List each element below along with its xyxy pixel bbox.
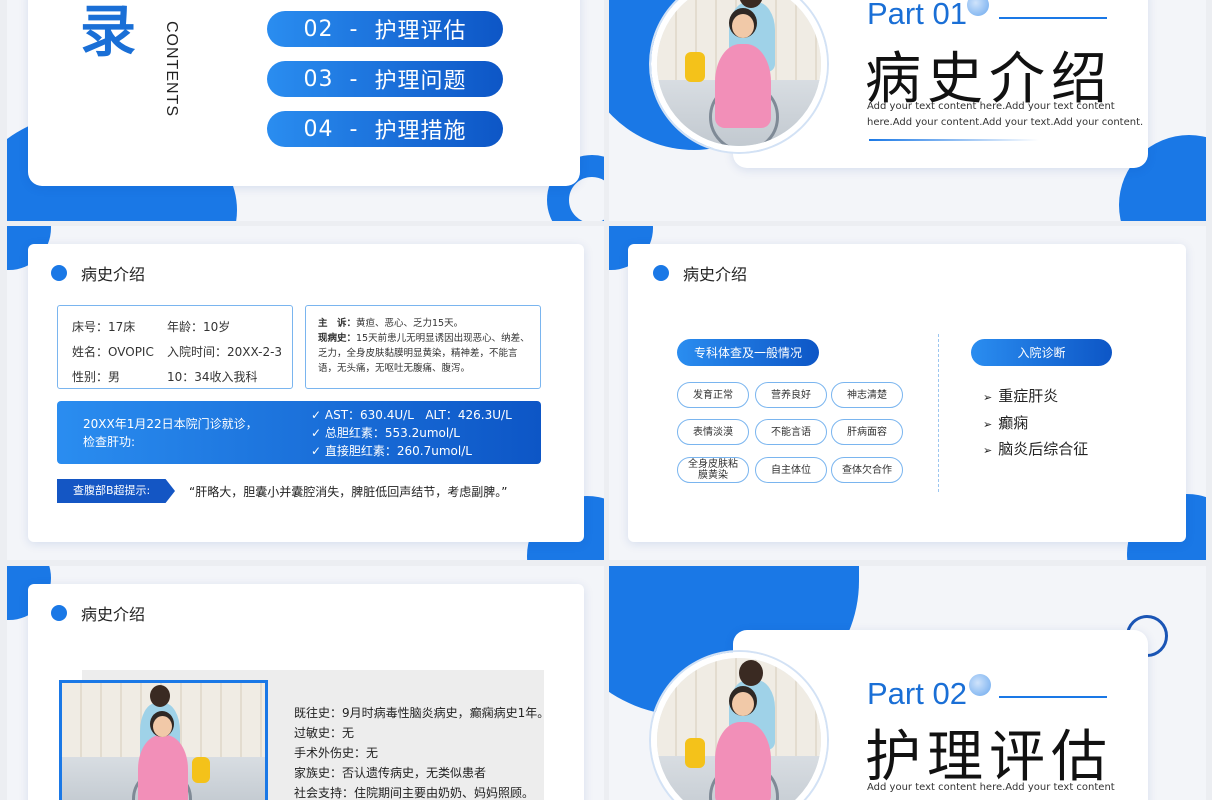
exam-title: 专科体查及一般情况 [677, 339, 819, 366]
part-label: Part 02 [867, 676, 967, 711]
complaint-label: 主 诉： [318, 318, 357, 329]
visit-line-1: 20XX年1月22日本院门诊就诊， [83, 417, 258, 431]
contents-title: 目录 [80, 0, 136, 65]
exam-tag: 表情淡漠 [677, 419, 749, 445]
contents-item-04[interactable]: 04 - 护理措施 [267, 111, 503, 147]
history-line: 既往史：9月时病毒性脑炎病史，癫痫病史1年。 [294, 706, 550, 720]
lab-banner: 20XX年1月22日本院门诊就诊， 检查肝功: ✓ AST：630.4U/L A… [57, 401, 541, 464]
slide-part01[interactable]: Part 01 病史介绍 Add your text content here.… [609, 0, 1206, 221]
item-number: 03 [303, 66, 334, 92]
divider-top [999, 17, 1107, 19]
part-dot [969, 674, 991, 696]
history-line: 家族史：否认遗传病史，无类似患者 [294, 766, 487, 780]
part-desc-1: Add your text content here.Add your text… [867, 101, 1115, 112]
item-label: 护理评估 [374, 19, 467, 44]
visit-line-2: 检查肝功: [83, 435, 136, 449]
contents-card: 目录 CONTENTS 02 - 护理评估 03 - 护理问题 04 - 护理措… [28, 0, 580, 186]
divider-top [999, 696, 1107, 698]
slide-history-1[interactable]: 病史介绍 床号：17床 年龄：10岁 姓名：OVOPIC 入院时间：20XX-2-3… [7, 226, 604, 560]
exam-tag: 肝病面容 [831, 419, 903, 445]
diagnosis-item: ➢ 癫痫 [983, 414, 1029, 432]
history-label: 现病史： [318, 333, 357, 344]
vertical-divider [938, 334, 939, 492]
patient-photo [651, 652, 827, 800]
slide-contents[interactable]: 目录 CONTENTS 02 - 护理评估 03 - 护理问题 04 - 护理措… [7, 0, 604, 221]
info-row: 姓名：OVOPIC 入院时间：20XX-2-3 [72, 345, 283, 359]
item-label: 护理措施 [374, 119, 467, 144]
lab-line: ✓ 直接胆红素：260.7umol/L [311, 444, 472, 458]
item-sep: - [349, 16, 359, 42]
slide-part02[interactable]: Part 02 护理评估 Add your text content here.… [609, 566, 1206, 800]
slide-history-2[interactable]: 病史介绍 专科体查及一般情况 发育正常 营养良好 神志清楚 表情淡漠 不能言语 … [609, 226, 1206, 560]
section-dot [51, 265, 67, 281]
section-dot [653, 265, 669, 281]
complaint-box: 主 诉：黄疸、恶心、乏力15天。 现病史：15天前患儿无明显诱因出现恶心、纳差、… [305, 305, 541, 389]
part-desc-1: Add your text content here.Add your text… [867, 782, 1115, 793]
divider-bottom [869, 139, 1039, 141]
lab-line: ✓ 总胆红素：553.2umol/L [311, 426, 460, 440]
diagnosis-item: ➢ 脑炎后综合征 [983, 440, 1089, 458]
info-row: 床号：17床 年龄：10岁 [72, 320, 231, 334]
diagnosis-item: ➢ 重症肝炎 [983, 387, 1059, 405]
exam-tag: 营养良好 [755, 382, 827, 408]
contents-item-03[interactable]: 03 - 护理问题 [267, 61, 503, 97]
complaint-text: 黄疸、恶心、乏力15天。 [356, 318, 464, 329]
section-title: 病史介绍 [51, 261, 145, 285]
slide-history-3[interactable]: 病史介绍 既往史：9月时病毒性脑炎病史，癫痫病史1年。 过敏史：无 手术外伤史：… [7, 566, 604, 800]
patient-photo [59, 680, 268, 800]
section-title: 病史介绍 [653, 261, 747, 285]
contents-label: CONTENTS [163, 21, 180, 117]
exam-tag: 不能言语 [755, 419, 827, 445]
item-number: 04 [303, 116, 334, 142]
info-row: 性别：男 10：34收入我科 [72, 370, 258, 384]
arrow-icon: ➢ [983, 444, 993, 457]
section-title: 病史介绍 [51, 601, 145, 625]
lab-line: ✓ AST：630.4U/L ALT：426.3U/L [311, 408, 512, 422]
item-sep: - [349, 116, 359, 142]
arrow-icon: ➢ [983, 391, 993, 404]
item-label: 护理问题 [374, 69, 467, 94]
exam-tag: 自主体位 [755, 457, 827, 483]
bscan-label: 查腹部B超提示: [57, 479, 175, 503]
exam-tag: 发育正常 [677, 382, 749, 408]
item-sep: - [349, 66, 359, 92]
section-label: 病史介绍 [81, 605, 146, 624]
diagnosis-title: 入院诊断 [971, 339, 1112, 366]
history-line: 社会支持：住院期间主要由奶奶、妈妈照顾。 [294, 786, 535, 800]
item-number: 02 [303, 16, 334, 42]
exam-tag: 查体欠合作 [831, 457, 903, 483]
history-line: 过敏史：无 [294, 726, 355, 740]
patient-photo [651, 0, 827, 152]
bscan-text: “肝略大，胆囊小并囊腔消失，脾脏低回声结节，考虑副脾。” [189, 485, 508, 499]
arrow-icon: ➢ [983, 418, 993, 431]
part-desc-2: here.Add your content.Add your text.Add … [867, 117, 1144, 128]
exam-tag: 全身皮肤粘膜黄染 [677, 457, 749, 483]
part-title: 护理评估 [865, 725, 1113, 790]
contents-item-02[interactable]: 02 - 护理评估 [267, 11, 503, 47]
exam-tag: 神志清楚 [831, 382, 903, 408]
part-label: Part 01 [867, 0, 967, 31]
history-line: 手术外伤史：无 [294, 746, 379, 760]
basic-info-box: 床号：17床 年龄：10岁 姓名：OVOPIC 入院时间：20XX-2-3 性别：男… [57, 305, 293, 389]
section-dot [51, 605, 67, 621]
section-label: 病史介绍 [683, 265, 748, 284]
section-label: 病史介绍 [81, 265, 146, 284]
